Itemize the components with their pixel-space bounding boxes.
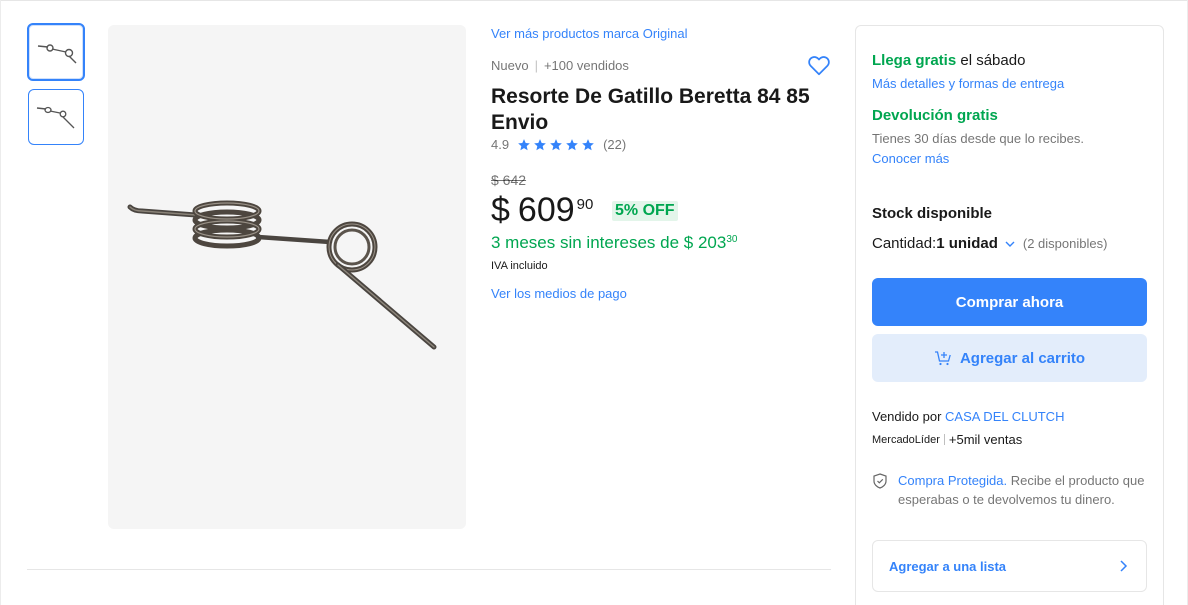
chevron-down-icon <box>1005 241 1015 247</box>
protected-purchase-link[interactable]: Compra Protegida. <box>898 473 1007 488</box>
seller-sales: +5mil ventas <box>948 432 1023 447</box>
installments-text: 3 meses sin intereses de $ 203 <box>491 233 727 252</box>
seller-info: Vendido por CASA DEL CLUTCH <box>872 409 1064 424</box>
available-count: (2 disponibles) <box>1022 236 1108 251</box>
rating-stars <box>517 138 595 152</box>
spring-thumbnail-image <box>36 106 75 129</box>
returns-info: Tienes 30 días desde que lo recibes. <box>872 131 1084 146</box>
rating-summary[interactable]: 4.9 (22) <box>491 137 626 152</box>
price-cents: 90 <box>576 196 594 213</box>
buy-now-button[interactable]: Comprar ahora <box>872 278 1147 326</box>
thumbnail-1[interactable] <box>27 23 85 81</box>
star-icon <box>566 138 578 150</box>
stock-label: Stock disponible <box>872 205 993 222</box>
cart-plus-icon <box>934 351 951 366</box>
learn-more-link[interactable]: Conocer más <box>872 151 949 166</box>
add-to-list-label: Agregar a una lista <box>889 558 1007 574</box>
spring-image <box>127 200 437 350</box>
price-currency: $ <box>491 191 510 229</box>
shield-icon <box>873 473 887 489</box>
installments-info: 3 meses sin intereses de $ 20330 <box>491 233 737 253</box>
star-icon <box>550 138 562 150</box>
add-to-cart-button[interactable]: Agregar al carrito <box>872 334 1147 382</box>
price-amount: 609 <box>517 191 575 229</box>
top-border <box>0 0 1188 1</box>
tax-note: IVA incluido <box>491 260 548 272</box>
review-count: (22) <box>603 137 627 152</box>
favorite-button[interactable] <box>806 52 832 78</box>
spring-thumbnail-image <box>37 44 77 64</box>
payment-methods-link[interactable]: Ver los medios de pago <box>491 286 627 301</box>
star-icon <box>518 138 530 150</box>
product-subtitle: Nuevo | +100 vendidos <box>491 58 629 73</box>
left-border <box>0 0 1 605</box>
product-title: Resorte De Gatillo Beretta 84 85 Envio <box>491 85 810 134</box>
quantity-selector[interactable]: Cantidad: 1 unidad (2 disponibles) <box>872 235 1107 252</box>
shipping-arrival: Llega gratis el sábado <box>872 52 1025 69</box>
purchase-protection: Compra Protegida. Recibe el producto que… <box>898 471 1146 509</box>
original-price: $ 642 <box>491 172 527 188</box>
installments-cents: 30 <box>726 234 738 245</box>
rating-score: 4.9 <box>491 137 510 152</box>
separator: | <box>534 58 538 73</box>
heart-icon <box>808 56 830 76</box>
quantity-label: Cantidad: <box>872 235 937 252</box>
current-price: $ 609 90 <box>491 190 593 230</box>
separator <box>943 434 945 445</box>
sold-count: +100 vendidos <box>543 58 629 73</box>
content-divider <box>27 569 831 570</box>
seller-badge: MercadoLíder <box>872 433 940 446</box>
shipping-details-link[interactable]: Más detalles y formas de entrega <box>872 76 1064 91</box>
free-shipping-label: Llega gratis <box>872 52 957 69</box>
chevron-right-icon <box>1120 560 1128 572</box>
seller-reputation: MercadoLíder +5mil ventas <box>872 432 1022 447</box>
sold-by-label: Vendido por <box>872 409 946 424</box>
quantity-value: 1 unidad <box>936 235 998 252</box>
star-icon <box>582 138 594 150</box>
product-main-image[interactable] <box>108 25 466 529</box>
thumbnail-2[interactable] <box>28 89 84 145</box>
brand-link[interactable]: Ver más productos marca Original <box>491 26 688 41</box>
seller-link[interactable]: CASA DEL CLUTCH <box>945 409 1064 424</box>
discount-badge: 5% OFF <box>612 201 678 221</box>
add-to-list-button[interactable]: Agregar a una lista <box>872 540 1147 592</box>
add-to-cart-label: Agregar al carrito <box>959 349 1086 367</box>
arrival-day: el sábado <box>956 52 1026 69</box>
free-returns-label: Devolución gratis <box>872 107 998 124</box>
condition-label: Nuevo <box>491 58 529 73</box>
star-icon <box>534 138 546 150</box>
